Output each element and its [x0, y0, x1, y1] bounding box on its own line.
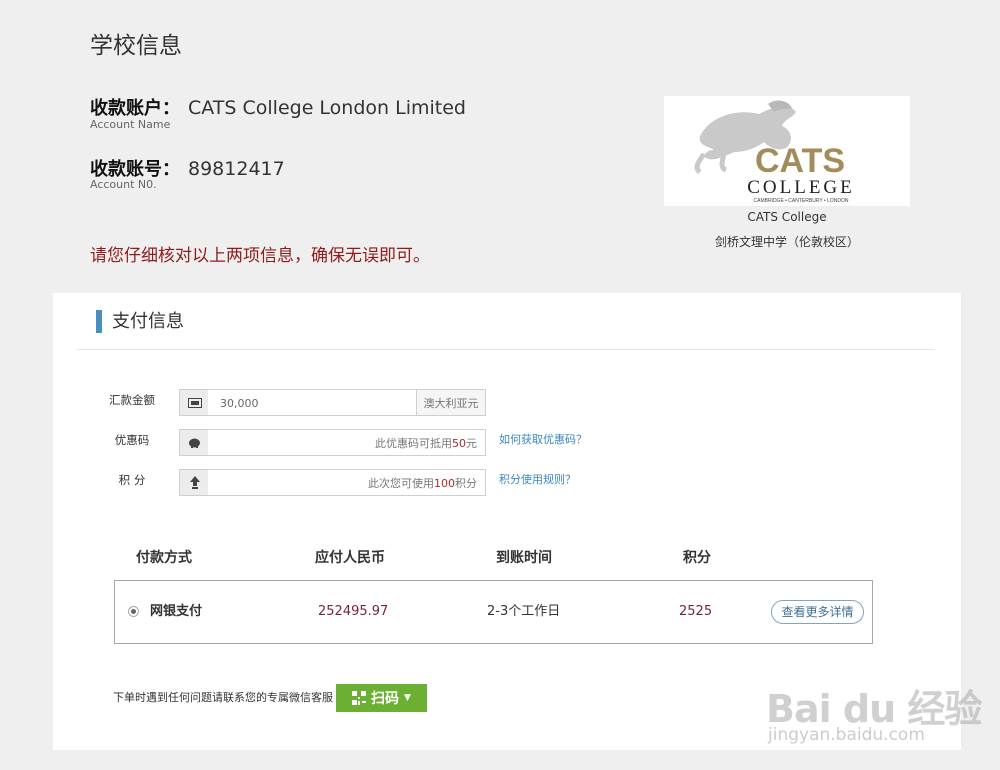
section-title: 支付信息 — [112, 311, 184, 332]
arrow-up-icon — [179, 469, 210, 496]
coupon-hint: 此优惠码可抵用50元 — [375, 437, 477, 450]
contact-text: 下单时遇到任何问题请联系您的专属微信客服 — [113, 691, 333, 704]
section-divider — [77, 349, 935, 350]
coupon-help-link[interactable]: 如何获取优惠码？ — [499, 427, 587, 453]
arrival-time-value: 2-3个工作日 — [487, 604, 561, 619]
payment-radio[interactable] — [128, 606, 139, 617]
account-name-row: 收款账户： CATS College London Limited — [90, 94, 466, 120]
header-amount-rmb: 应付人民币 — [315, 550, 385, 566]
logo-cats-text: CATS — [755, 142, 845, 180]
amount-input[interactable]: 30,000 澳大利亚元 — [208, 389, 486, 416]
points-rules-link[interactable]: 积分使用规则？ — [499, 467, 576, 493]
header-points: 积分 — [683, 550, 711, 566]
view-details-button[interactable]: 查看更多详情 — [771, 600, 864, 624]
payment-method-value: 网银支付 — [150, 604, 203, 619]
logo-caption-en: CATS College — [747, 210, 827, 224]
logo-college-text: COLLEGE — [747, 177, 855, 198]
account-no-value: 89812417 — [188, 158, 285, 180]
account-name-label: 收款账户： — [90, 98, 180, 119]
school-logo: CATS COLLEGE CAMBRIDGE • CANTERBURY • LO… — [664, 96, 910, 206]
amount-rmb-value: 252495.97 — [318, 604, 389, 619]
piggy-bank-icon — [179, 429, 210, 456]
baidu-watermark-url: jingyan.baidu.com — [768, 725, 925, 745]
header-arrival-time: 到账时间 — [496, 550, 552, 566]
logo-tagline-text: CAMBRIDGE • CANTERBURY • LONDON — [754, 198, 849, 204]
scan-label: 扫码 — [371, 691, 400, 707]
account-name-value: CATS College London Limited — [188, 97, 466, 119]
caret-down-icon: ▼ — [404, 693, 411, 703]
account-no-en: Account N0. — [90, 178, 157, 191]
money-icon — [179, 389, 210, 416]
account-name-en: Account Name — [90, 118, 171, 131]
points-hint: 此次您可使用100积分 — [368, 477, 477, 490]
lion-icon: CATS COLLEGE CAMBRIDGE • CANTERBURY • LO… — [694, 100, 855, 204]
amount-label: 汇款金额 — [109, 393, 155, 407]
amount-currency: 澳大利亚元 — [416, 390, 485, 415]
coupon-label: 优惠码 — [114, 433, 150, 447]
scan-button[interactable]: 扫码 ▼ — [336, 684, 427, 712]
logo-caption-cn: 剑桥文理中学（伦敦校区） — [714, 235, 859, 249]
points-label: 积 分 — [118, 473, 146, 487]
section-accent-bar — [96, 310, 102, 333]
qr-code-icon — [352, 691, 367, 705]
coupon-input[interactable]: 此优惠码可抵用50元 — [208, 429, 486, 456]
header-payment-method: 付款方式 — [136, 550, 192, 566]
amount-value: 30,000 — [220, 397, 259, 410]
page-title: 学校信息 — [90, 33, 182, 59]
verify-notice: 请您仔细核对以上两项信息，确保无误即可。 — [90, 246, 430, 266]
points-value: 2525 — [679, 604, 713, 619]
points-input[interactable]: 此次您可使用100积分 — [208, 469, 486, 496]
